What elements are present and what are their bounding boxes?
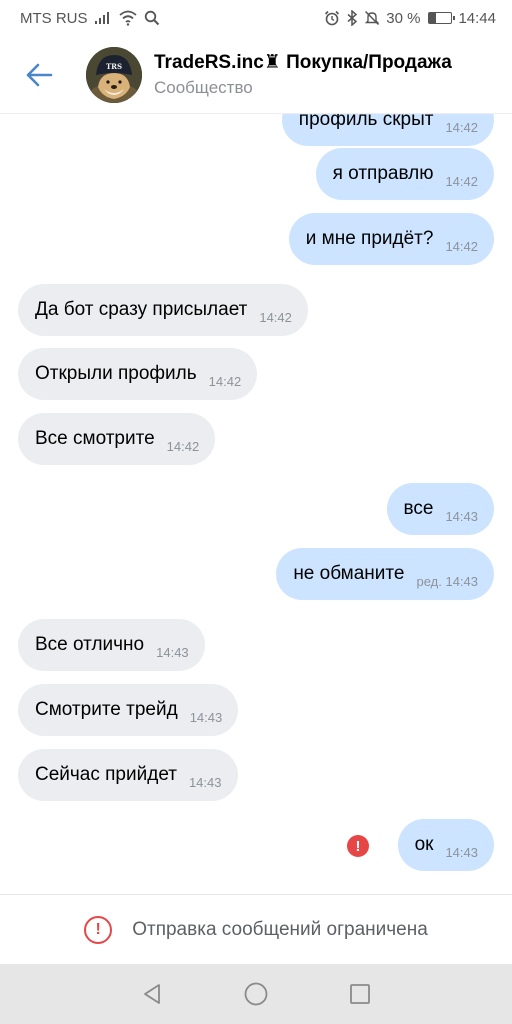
mute-icon: [364, 10, 380, 26]
message-text: Да бот сразу присылает: [35, 299, 248, 320]
message-bubble-incoming[interactable]: Смотрите трейд 14:43: [18, 684, 239, 736]
message-bubble-incoming[interactable]: Все отлично 14:43: [18, 619, 205, 671]
message-list[interactable]: профиль скрыт 14:42 я отправлю 14:42 и м…: [0, 114, 512, 894]
screen: MTS RUS 30 % 14:44 TRS TradeRS.inc♜ Поку…: [0, 0, 512, 1024]
send-error-icon[interactable]: !: [347, 835, 369, 857]
battery-percent: 30 %: [386, 9, 421, 27]
chat-subtitle: Сообщество: [154, 78, 253, 97]
message-time: 14:43: [156, 644, 189, 660]
message-text: ок: [414, 834, 434, 855]
message-text: Все отлично: [35, 634, 145, 655]
message-time: 14:43: [188, 774, 222, 790]
nav-home-button[interactable]: [236, 974, 276, 1014]
carrier-label: MTS RUS: [20, 9, 88, 27]
alarm-icon: [324, 10, 340, 26]
square-recents-icon: [350, 984, 370, 1004]
nav-back-button[interactable]: [132, 974, 172, 1014]
warning-icon: !: [84, 915, 113, 944]
chat-title: TradeRS.inc♜ Покупка/Продажа: [154, 52, 452, 73]
bluetooth-icon: [346, 10, 358, 26]
message-time: 14:42: [445, 119, 478, 135]
message-time: 14:42: [166, 438, 200, 454]
message-time: 14:43: [445, 844, 478, 860]
message-text: Смотрите трейд: [35, 699, 178, 720]
clock: 14:44: [458, 9, 496, 27]
message-text: Открыли профиль: [35, 363, 197, 384]
message-text: я отправлю: [332, 163, 434, 184]
message-time: ред. 14:43: [416, 573, 478, 589]
message-bubble-incoming[interactable]: Да бот сразу присылает 14:42: [18, 284, 308, 336]
message-bubble-outgoing[interactable]: ок 14:43: [397, 819, 494, 871]
chat-info[interactable]: TradeRS.inc♜ Покупка/Продажа Сообщество: [154, 51, 452, 98]
message-time: 14:42: [259, 309, 292, 325]
message-time: 14:42: [208, 373, 242, 389]
message-time: 14:42: [445, 173, 478, 189]
message-text: все: [403, 498, 434, 519]
messaging-restricted-bar: ! Отправка сообщений ограничена: [0, 894, 512, 964]
status-bar: MTS RUS 30 % 14:44: [0, 0, 512, 36]
message-text: Сейчас прийдет: [35, 764, 177, 785]
message-bubble-outgoing[interactable]: все 14:43: [386, 483, 494, 535]
message-bubble-outgoing[interactable]: не обманите ред. 14:43: [276, 548, 494, 600]
message-bubble-incoming[interactable]: Открыли профиль 14:42: [18, 348, 258, 400]
message-text: Все смотрите: [35, 428, 155, 449]
message-bubble-outgoing[interactable]: профиль скрыт 14:42: [281, 114, 494, 146]
avatar-logo-text: TRS: [106, 62, 122, 71]
avatar[interactable]: TRS: [86, 46, 142, 103]
battery-level: [429, 13, 437, 23]
system-nav-bar: [0, 964, 512, 1024]
circle-home-icon: [244, 982, 268, 1006]
nav-recents-button[interactable]: [340, 974, 380, 1014]
message-bubble-incoming[interactable]: Все смотрите 14:42: [18, 413, 216, 465]
search-icon: [144, 10, 160, 26]
chat-header: TRS TradeRS.inc♜ Покупка/Продажа Сообщес…: [0, 36, 512, 114]
restriction-text: Отправка сообщений ограничена: [132, 918, 428, 940]
message-text: и мне придёт?: [305, 228, 434, 249]
message-time: 14:43: [189, 709, 223, 725]
message-text: профиль скрыт: [298, 114, 434, 130]
message-bubble-incoming[interactable]: Сейчас прийдет 14:43: [18, 749, 238, 801]
triangle-back-icon: [144, 984, 160, 1004]
battery-icon: [428, 12, 456, 24]
arrow-left-icon: [26, 63, 53, 86]
message-bubble-outgoing[interactable]: я отправлю 14:42: [315, 148, 494, 200]
message-text: не обманите: [293, 563, 405, 584]
message-bubble-outgoing[interactable]: и мне придёт? 14:42: [288, 213, 494, 265]
wifi-icon: [118, 10, 138, 26]
message-time: 14:43: [445, 508, 478, 524]
signal-icon: [94, 11, 112, 25]
message-time: 14:42: [445, 238, 478, 254]
back-button[interactable]: [0, 36, 78, 114]
